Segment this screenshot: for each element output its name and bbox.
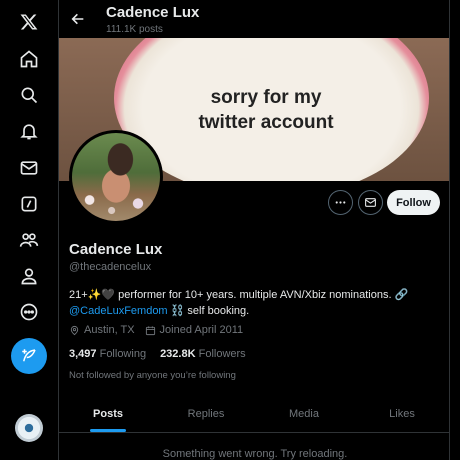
- following-label: Following: [99, 348, 147, 360]
- followers-label: Followers: [198, 348, 246, 360]
- bio-mention-link[interactable]: @CadeLuxFemdom: [69, 305, 168, 317]
- profile-display-name: Cadence Lux: [69, 241, 163, 258]
- account-avatar[interactable]: [15, 414, 43, 442]
- banner-line-2: twitter account: [198, 112, 334, 133]
- message-button[interactable]: [358, 190, 383, 215]
- banner-caption: sorry for my twitter account: [171, 85, 361, 135]
- message-envelope-icon: [365, 198, 376, 207]
- back-button[interactable]: [65, 6, 91, 32]
- x-logo-icon[interactable]: [9, 2, 49, 42]
- tab-posts[interactable]: Posts: [59, 396, 157, 432]
- profile-column: Cadence Lux 111.1K posts sorry for my tw…: [58, 0, 450, 460]
- profile-bio: 21+✨🖤 performer for 10+ years. multiple …: [69, 287, 439, 319]
- more-circle-icon[interactable]: [9, 292, 49, 332]
- more-options-button[interactable]: [328, 190, 353, 215]
- grok-slash-icon[interactable]: [9, 184, 49, 224]
- messages-envelope-icon[interactable]: [9, 148, 49, 188]
- calendar-icon: [145, 325, 155, 335]
- header-post-count: 111.1K posts: [106, 24, 163, 35]
- more-dots-icon: [335, 201, 346, 204]
- profile-tabs: Posts Replies Media Likes: [59, 396, 449, 433]
- banner-line-1: sorry for my: [210, 87, 322, 108]
- profile-handle: @thecadencelux: [69, 261, 152, 273]
- profile-stats: 3,497 Following 232.8K Followers: [69, 348, 246, 360]
- left-nav-rail: [0, 0, 58, 460]
- home-icon[interactable]: [9, 39, 49, 79]
- tab-likes[interactable]: Likes: [353, 396, 449, 432]
- tab-replies[interactable]: Replies: [157, 396, 255, 432]
- profile-joined-date: Joined April 2011: [159, 324, 244, 336]
- follow-button[interactable]: Follow: [387, 190, 440, 215]
- communities-icon[interactable]: [9, 220, 49, 260]
- following-link[interactable]: 3,497 Following: [69, 348, 146, 360]
- search-icon[interactable]: [9, 75, 49, 115]
- avatar-flowers: [72, 185, 160, 221]
- not-followed-notice: Not followed by anyone you’re following: [69, 370, 236, 381]
- profile-person-icon[interactable]: [9, 256, 49, 296]
- bio-text-end: ⛓️ self booking.: [167, 305, 250, 317]
- followers-count: 232.8K: [160, 348, 196, 360]
- error-message: Something went wrong. Try reloading.: [162, 448, 348, 460]
- joined-item: Joined April 2011: [145, 324, 244, 336]
- header-display-name: Cadence Lux: [106, 4, 200, 21]
- compose-feather-icon: [22, 349, 36, 362]
- followers-link[interactable]: 232.8K Followers: [160, 348, 246, 360]
- tab-media[interactable]: Media: [255, 396, 353, 432]
- following-count: 3,497: [69, 348, 97, 360]
- bio-text: 21+✨🖤 performer for 10+ years. multiple …: [69, 289, 409, 301]
- notifications-bell-icon[interactable]: [9, 111, 49, 151]
- profile-location: Austin, TX: [84, 324, 135, 336]
- back-arrow-icon: [71, 13, 84, 25]
- location-pin-icon: [70, 325, 79, 335]
- compose-post-button[interactable]: [11, 338, 47, 374]
- profile-header-bar: Cadence Lux 111.1K posts: [59, 0, 449, 38]
- location-item: Austin, TX: [69, 324, 135, 336]
- profile-meta: Austin, TX Joined April 2011: [69, 324, 243, 336]
- profile-avatar[interactable]: [69, 130, 163, 224]
